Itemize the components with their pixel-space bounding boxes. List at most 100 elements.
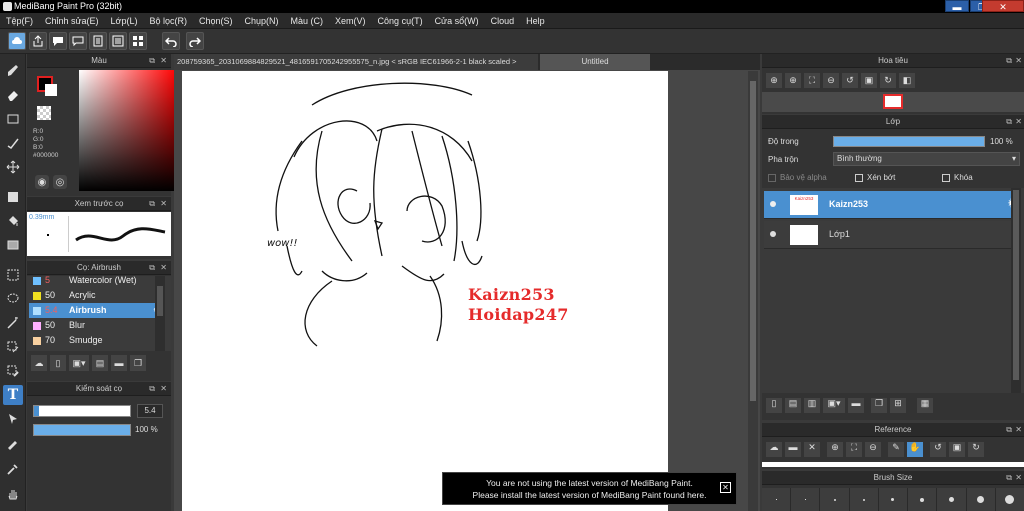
undock-icon[interactable]: ⧉: [1006, 423, 1012, 437]
reference-fullscreen[interactable]: ▣: [949, 442, 965, 457]
size-slider[interactable]: [33, 405, 131, 417]
reference-zoom-out[interactable]: ⊖: [865, 442, 881, 457]
eraser-tool[interactable]: [3, 85, 23, 105]
rect-tool[interactable]: [3, 109, 23, 129]
select-pen-tool[interactable]: [3, 337, 23, 357]
delete-layer-button[interactable]: ▦: [917, 398, 933, 413]
reference-zoom-in[interactable]: ⊕: [827, 442, 843, 457]
eye-icon[interactable]: [770, 231, 776, 237]
size-preset[interactable]: [791, 488, 821, 511]
close-panel-icon[interactable]: ✕: [1015, 471, 1022, 485]
brush-item[interactable]: 50 Acrylic: [29, 288, 164, 303]
reference-cloud-button[interactable]: ☁: [766, 442, 782, 457]
undock-icon[interactable]: ⧉: [149, 197, 155, 211]
minimize-button[interactable]: ▬: [945, 0, 969, 12]
eye-icon[interactable]: [770, 201, 776, 207]
close-panel-icon[interactable]: ✕: [160, 382, 167, 396]
new-brush-button[interactable]: ▯: [50, 355, 66, 371]
update-notice[interactable]: You are not using the latest version of …: [442, 472, 737, 505]
reference-rotate-left[interactable]: ↺: [930, 442, 946, 457]
reference-preview[interactable]: [762, 462, 1024, 467]
document-tab-untitled[interactable]: Untitled: [540, 54, 650, 70]
scrollbar-thumb[interactable]: [750, 81, 756, 401]
magic-wand-tool[interactable]: [3, 313, 23, 333]
canvas-vertical-scrollbar[interactable]: [748, 71, 758, 511]
move-tool[interactable]: [3, 157, 23, 177]
duplicate-layer-button[interactable]: ❐: [871, 398, 887, 413]
zoom-out-button[interactable]: ⊖: [823, 73, 839, 88]
canvas-paper[interactable]: wow!! Kaizn253 Hoidap247: [182, 71, 668, 511]
brush-item[interactable]: 50 Blur: [29, 318, 164, 333]
close-panel-icon[interactable]: ✕: [1015, 54, 1022, 68]
layer-row-selected[interactable]: Kaizn253 Kaizn253 ✹: [764, 191, 1019, 219]
undock-icon[interactable]: ⧉: [1006, 115, 1012, 129]
rotate-right-button[interactable]: ↻: [880, 73, 896, 88]
dot-tool[interactable]: [3, 133, 23, 153]
transparent-swatch[interactable]: [37, 106, 51, 120]
menu-cloud[interactable]: Cloud: [485, 13, 521, 29]
lock-checkbox[interactable]: Khóa: [942, 173, 973, 182]
menu-edit[interactable]: Chỉnh sửa(E): [39, 13, 105, 29]
undock-icon[interactable]: ⧉: [1006, 54, 1012, 68]
palette-add-button[interactable]: ◎: [53, 175, 67, 189]
menu-help[interactable]: Help: [520, 13, 551, 29]
reference-open-button[interactable]: ▬: [785, 442, 801, 457]
zoom-in-button[interactable]: ⊕: [766, 73, 782, 88]
scrollbar-thumb[interactable]: [157, 286, 163, 316]
layer-row[interactable]: Lớp1: [764, 221, 1019, 249]
add-layer-dropdown[interactable]: ▣▾: [823, 398, 845, 413]
fill-rect-tool[interactable]: [3, 187, 23, 207]
undo-button[interactable]: [162, 32, 180, 50]
size-preset[interactable]: [820, 488, 850, 511]
size-preset[interactable]: [762, 488, 792, 511]
comic-button[interactable]: [69, 32, 87, 50]
reference-fit[interactable]: ⛶: [846, 442, 862, 457]
share-button[interactable]: [29, 32, 47, 50]
brush-item-selected[interactable]: 5.4Airbrush✹: [29, 303, 164, 318]
zoom-button[interactable]: ⊕: [785, 73, 801, 88]
brush-list-scrollbar[interactable]: [155, 276, 165, 351]
layer-list-scrollbar[interactable]: [1011, 188, 1021, 393]
select-eraser-tool[interactable]: [3, 361, 23, 381]
bucket-tool[interactable]: [3, 211, 23, 231]
size-preset[interactable]: [849, 488, 879, 511]
brush-tool[interactable]: [3, 61, 23, 81]
comment-button[interactable]: [49, 32, 67, 50]
close-panel-icon[interactable]: ✕: [1015, 115, 1022, 129]
dropper-tool[interactable]: [3, 433, 23, 453]
reference-close-button[interactable]: ✕: [804, 442, 820, 457]
grid-button[interactable]: [129, 32, 147, 50]
opacity-slider[interactable]: [33, 424, 131, 436]
fullscreen-button[interactable]: ▣: [861, 73, 877, 88]
layer-opacity-slider[interactable]: [833, 136, 985, 147]
undock-icon[interactable]: ⧉: [149, 54, 155, 68]
close-panel-icon[interactable]: ✕: [1015, 423, 1022, 437]
redo-button[interactable]: [186, 32, 204, 50]
scrollbar-thumb[interactable]: [1013, 190, 1019, 380]
select-tool[interactable]: [3, 265, 23, 285]
navigator-viewport[interactable]: [883, 94, 903, 109]
size-preset[interactable]: [966, 488, 996, 511]
reference-pen[interactable]: ✎: [888, 442, 904, 457]
close-panel-icon[interactable]: ✕: [160, 197, 167, 211]
cloud-brush-button[interactable]: ☁: [31, 355, 47, 371]
color-gradient-picker[interactable]: [79, 70, 177, 191]
merge-layer-button[interactable]: ⊞: [890, 398, 906, 413]
navigator-preview[interactable]: [762, 92, 1024, 112]
background-color-swatch[interactable]: [45, 84, 57, 96]
lasso-tool[interactable]: [3, 289, 23, 309]
reference-rotate-right[interactable]: ↻: [968, 442, 984, 457]
menu-file[interactable]: Tệp(F): [0, 13, 39, 29]
text-tool[interactable]: T: [3, 385, 23, 405]
menu-filter[interactable]: Bộ lọc(R): [143, 13, 193, 29]
menu-view[interactable]: Xem(V): [329, 13, 372, 29]
operation-tool[interactable]: [3, 409, 23, 429]
size-preset[interactable]: [908, 488, 938, 511]
brush-item[interactable]: 70 Smudge: [29, 333, 164, 348]
menu-select[interactable]: Chọn(S): [193, 13, 239, 29]
undock-icon[interactable]: ⧉: [149, 382, 155, 396]
rotate-left-button[interactable]: ↺: [842, 73, 858, 88]
brush-settings-button[interactable]: ▤: [92, 355, 108, 371]
alpha-lock-checkbox[interactable]: Bảo vệ alpha: [768, 173, 827, 182]
menu-color[interactable]: Màu (C): [285, 13, 330, 29]
